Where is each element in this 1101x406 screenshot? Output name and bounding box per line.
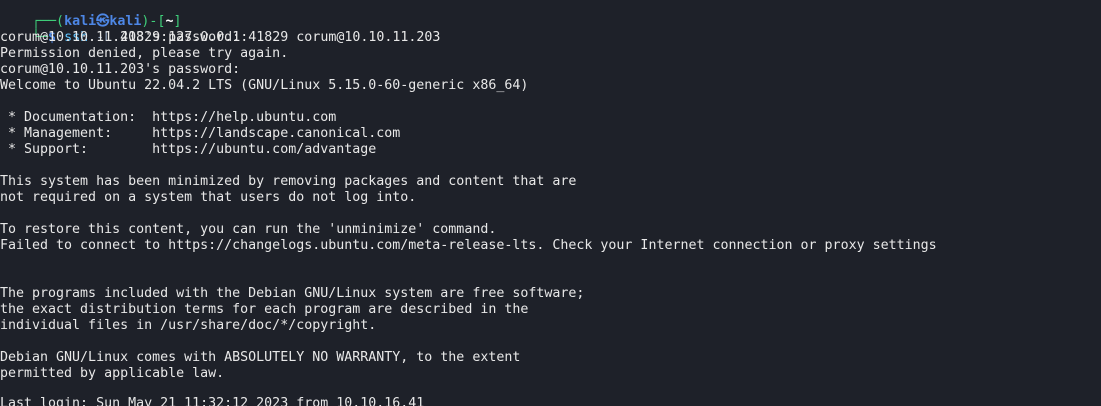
- output-line: * Documentation: https://help.ubuntu.com: [0, 110, 337, 125]
- output-line: corum@10.10.11.203's password:: [0, 62, 241, 77]
- output-line: corum@10.10.11.203's password:: [0, 30, 241, 45]
- command-line[interactable]: └─$ ssh -L 41829:127.0.0.1:41829 corum@1…: [0, 14, 440, 45]
- output-line: individual files in /usr/share/doc/*/cop…: [0, 318, 377, 333]
- output-line: * Management: https://landscape.canonica…: [0, 126, 401, 141]
- output-line: not required on a system that users do n…: [0, 190, 417, 205]
- output-line: Welcome to Ubuntu 22.04.2 LTS (GNU/Linux…: [0, 78, 529, 93]
- output-line: Debian GNU/Linux comes with ABSOLUTELY N…: [0, 350, 521, 365]
- command-target: corum@10.10.11.203: [296, 30, 441, 45]
- output-line: Permission denied, please try again.: [0, 46, 289, 61]
- output-line: The programs included with the Debian GN…: [0, 286, 585, 301]
- prompt-header: ┌──(kali㉿kali)-[~]: [0, 0, 181, 29]
- output-line: To restore this content, you can run the…: [0, 222, 497, 237]
- output-line: Last login: Sun May 21 11:32:12 2023 fro…: [0, 396, 425, 406]
- output-line: * Support: https://ubuntu.com/advantage: [0, 142, 377, 157]
- output-line: the exact distribution terms for each pr…: [0, 302, 529, 317]
- output-line: This system has been minimized by removi…: [0, 174, 577, 189]
- output-line: Failed to connect to https://changelogs.…: [0, 238, 937, 253]
- terminal-window[interactable]: ┌──(kali㉿kali)-[~] └─$ ssh -L 41829:127.…: [0, 0, 1101, 406]
- output-line: permitted by applicable law.: [0, 366, 225, 381]
